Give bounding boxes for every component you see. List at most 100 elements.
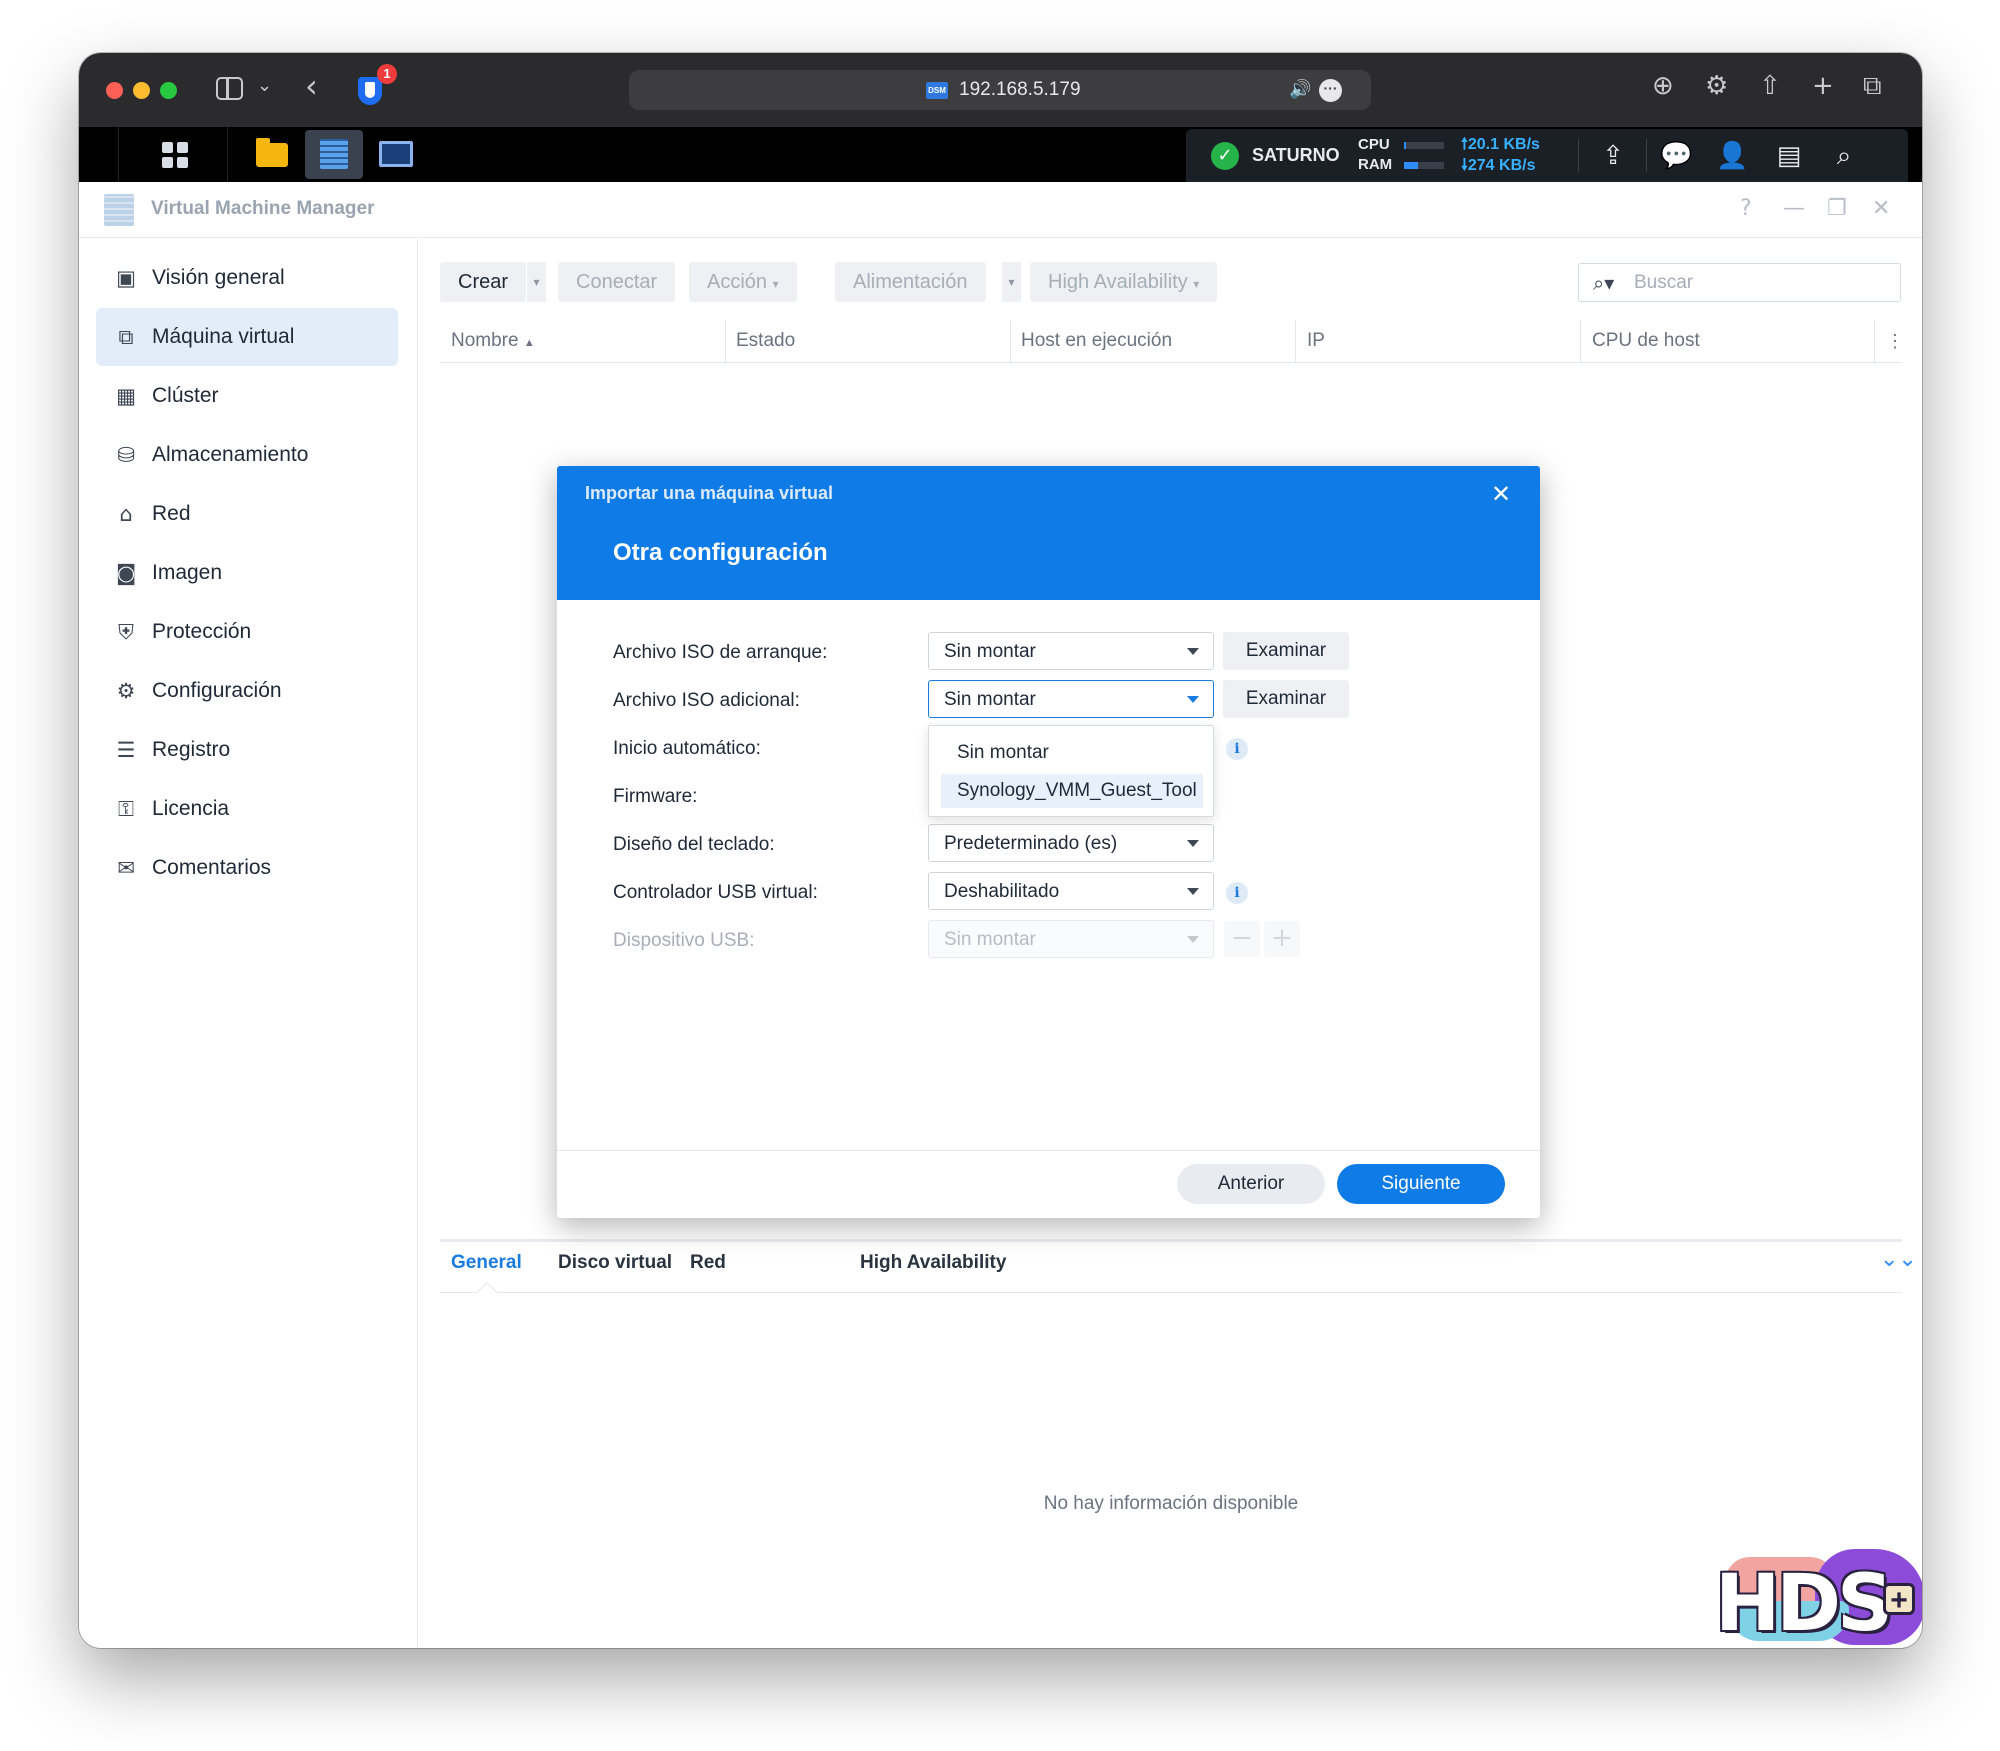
usb-device-select[interactable]: Sin montar: [928, 920, 1214, 958]
main-menu-button[interactable]: [118, 127, 228, 182]
chevron-down-icon: ▾: [1193, 277, 1200, 291]
vmm-app-icon: [104, 194, 134, 226]
tab-virtual-disk[interactable]: Disco virtual: [558, 1252, 672, 1274]
select-value: Sin montar: [944, 689, 1036, 710]
cpu-meter: [1404, 142, 1444, 149]
add-usb-button[interactable]: +: [1264, 921, 1300, 957]
column-header-status[interactable]: Estado: [736, 320, 795, 362]
sidebar-item-almacenamiento[interactable]: ⛁ Almacenamiento: [96, 426, 398, 484]
close-icon[interactable]: ✕: [1491, 480, 1511, 508]
help-icon[interactable]: ?: [1740, 196, 1752, 221]
sidebar-item-vision-general[interactable]: ▣ Visión general: [96, 249, 398, 307]
sidebar-toggle-icon[interactable]: [216, 77, 243, 100]
dropdown-option[interactable]: Synology_VMM_Guest_Tool: [941, 774, 1203, 808]
previous-button[interactable]: Anterior: [1177, 1164, 1325, 1204]
tab-general[interactable]: General: [451, 1252, 522, 1274]
power-button[interactable]: Alimentación: [835, 262, 986, 302]
sidebar-item-maquina-virtual[interactable]: ⧉ Máquina virtual: [96, 308, 398, 366]
new-tab-icon[interactable]: +: [1812, 71, 1834, 101]
dropdown-option[interactable]: Sin montar: [941, 736, 1203, 770]
divider: [1646, 139, 1647, 172]
download-icon[interactable]: ⊕: [1652, 71, 1674, 101]
search-icon[interactable]: ⌕: [1828, 140, 1860, 172]
keyboard-layout-select[interactable]: Predeterminado (es): [928, 824, 1214, 862]
sidebar: ▣ Visión general ⧉ Máquina virtual ▦ Clú…: [79, 239, 418, 1648]
create-button[interactable]: Crear: [440, 262, 527, 302]
browse-extra-iso-button[interactable]: Examinar: [1223, 680, 1349, 718]
minimize-icon[interactable]: —: [1783, 196, 1805, 221]
upload-tray-icon[interactable]: ⇪: [1597, 140, 1629, 172]
sidebar-item-registro[interactable]: ☰ Registro: [96, 721, 398, 779]
vmm-tab[interactable]: [305, 130, 363, 179]
usb-controller-label: Controlador USB virtual:: [613, 882, 818, 903]
gear-icon: ⚙: [116, 679, 136, 703]
dropdown-arrow-icon: [1187, 936, 1199, 943]
power-menu-chevron-icon[interactable]: ▾: [1001, 262, 1021, 302]
browse-boot-iso-button[interactable]: Examinar: [1223, 632, 1349, 670]
action-button[interactable]: Acción ▾: [689, 262, 797, 302]
sidebar-item-imagen[interactable]: ◙ Imagen: [96, 544, 398, 602]
dropdown-arrow-icon: [1187, 648, 1199, 655]
collapse-panel-icon[interactable]: ⌄⌄: [1880, 1247, 1917, 1272]
password-manager-extension-icon[interactable]: [358, 77, 382, 105]
back-arrow-icon[interactable]: ‹: [305, 67, 318, 105]
search-placeholder: Buscar: [1634, 272, 1694, 293]
gear-icon[interactable]: ⚙: [1705, 71, 1728, 101]
system-status-widget[interactable]: ✓ SATURNO CPU RAM 🠕20.1 KB/s 🠗274 KB/s ⇪…: [1186, 129, 1908, 182]
address-bar[interactable]: DSM 192.168.5.179 🔊 ···: [629, 70, 1371, 110]
widgets-icon[interactable]: ▤: [1773, 140, 1805, 172]
tab-overview-icon[interactable]: ⧉: [1863, 71, 1882, 102]
ram-label: RAM: [1358, 156, 1393, 173]
notifications-icon[interactable]: 💬: [1660, 140, 1692, 172]
dialog-footer-divider: [557, 1150, 1540, 1151]
column-header-host-cpu[interactable]: CPU de host: [1592, 320, 1700, 362]
remove-usb-button[interactable]: −: [1224, 921, 1260, 957]
tab-high-availability[interactable]: High Availability: [860, 1252, 1006, 1274]
sidebar-item-red[interactable]: ⌂ Red: [96, 485, 398, 543]
search-icon: ⌕▾: [1593, 271, 1615, 295]
sidebar-item-cluster[interactable]: ▦ Clúster: [96, 367, 398, 425]
share-icon[interactable]: ⇧: [1759, 71, 1781, 101]
minimize-window-button[interactable]: [133, 82, 150, 99]
more-options-icon[interactable]: ···: [1319, 79, 1342, 102]
extra-iso-dropdown-list: Sin montar Synology_VMM_Guest_Tool: [928, 725, 1214, 817]
user-icon[interactable]: 👤: [1716, 140, 1748, 172]
restore-icon[interactable]: ❐: [1827, 196, 1847, 221]
column-header-host[interactable]: Host en ejecución: [1021, 320, 1172, 362]
chevron-down-icon[interactable]: ⌄: [257, 75, 272, 96]
resource-monitor-tab[interactable]: [367, 130, 425, 179]
cpu-label: CPU: [1358, 136, 1390, 153]
maximize-window-button[interactable]: [160, 82, 177, 99]
column-divider: [1010, 320, 1011, 362]
sidebar-item-licencia[interactable]: ⚿ Licencia: [96, 780, 398, 838]
usb-controller-select[interactable]: Deshabilitado: [928, 872, 1214, 910]
sidebar-item-proteccion[interactable]: ⛨ Protección: [96, 603, 398, 661]
sidebar-item-label: Registro: [152, 738, 231, 761]
extra-iso-select[interactable]: Sin montar: [928, 680, 1214, 718]
connect-button[interactable]: Conectar: [558, 262, 676, 302]
info-icon[interactable]: i: [1226, 882, 1248, 904]
close-icon[interactable]: ✕: [1872, 196, 1890, 221]
import-vm-dialog: Importar una máquina virtual Otra config…: [557, 466, 1540, 1218]
select-value: Deshabilitado: [944, 881, 1060, 902]
file-station-tab[interactable]: [242, 130, 300, 179]
detail-panel-divider: [440, 1239, 1902, 1242]
info-icon[interactable]: i: [1226, 738, 1248, 760]
high-availability-button[interactable]: High Availability ▾: [1030, 262, 1218, 302]
search-input[interactable]: ⌕▾ Buscar: [1578, 263, 1901, 302]
tab-bar-border: [440, 1292, 1902, 1293]
boot-iso-select[interactable]: Sin montar: [928, 632, 1214, 670]
sidebar-item-comentarios[interactable]: ✉ Comentarios: [96, 839, 398, 897]
create-menu-chevron-icon[interactable]: ▾: [526, 262, 546, 302]
speaker-icon[interactable]: 🔊: [1289, 79, 1311, 100]
column-options-icon[interactable]: ⋮: [1886, 320, 1904, 362]
sidebar-item-configuracion[interactable]: ⚙ Configuración: [96, 662, 398, 720]
column-header-ip[interactable]: IP: [1307, 320, 1325, 362]
sidebar-item-label: Configuración: [152, 679, 282, 702]
select-value: Sin montar: [944, 929, 1036, 950]
close-window-button[interactable]: [106, 82, 123, 99]
tab-network[interactable]: Red: [690, 1252, 726, 1274]
column-header-name[interactable]: Nombre ▲: [451, 320, 535, 362]
chevron-down-icon: ▾: [772, 277, 779, 291]
next-button[interactable]: Siguiente: [1337, 1164, 1505, 1204]
